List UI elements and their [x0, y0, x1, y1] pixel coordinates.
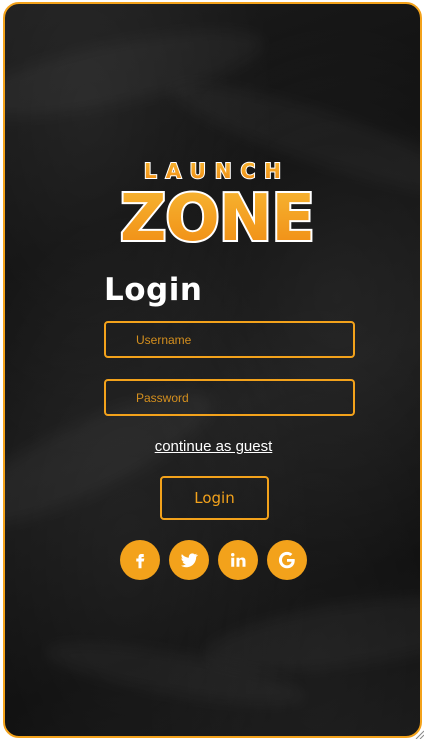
linkedin-button[interactable]	[218, 540, 258, 580]
resize-handle-icon[interactable]	[414, 729, 424, 739]
google-button[interactable]	[267, 540, 307, 580]
launch-zone-logo: LAUNCH ZONE	[118, 158, 317, 250]
logo-line-1: LAUNCH	[144, 159, 290, 183]
continue-as-guest-link[interactable]: continue as guest	[0, 438, 427, 455]
facebook-button[interactable]	[120, 540, 160, 580]
logo-line-2: ZONE	[120, 182, 314, 250]
username-input[interactable]	[104, 321, 355, 358]
facebook-icon	[136, 554, 145, 569]
password-input[interactable]	[104, 379, 355, 416]
continue-as-guest-label: continue as guest	[154, 438, 273, 455]
linkedin-icon	[231, 553, 246, 567]
login-title: Login	[104, 272, 203, 308]
twitter-button[interactable]	[169, 540, 209, 580]
app-frame	[3, 2, 422, 738]
google-icon	[278, 551, 295, 569]
twitter-icon	[180, 553, 198, 568]
social-login-group	[120, 540, 307, 580]
login-button[interactable]: Login	[160, 476, 269, 520]
